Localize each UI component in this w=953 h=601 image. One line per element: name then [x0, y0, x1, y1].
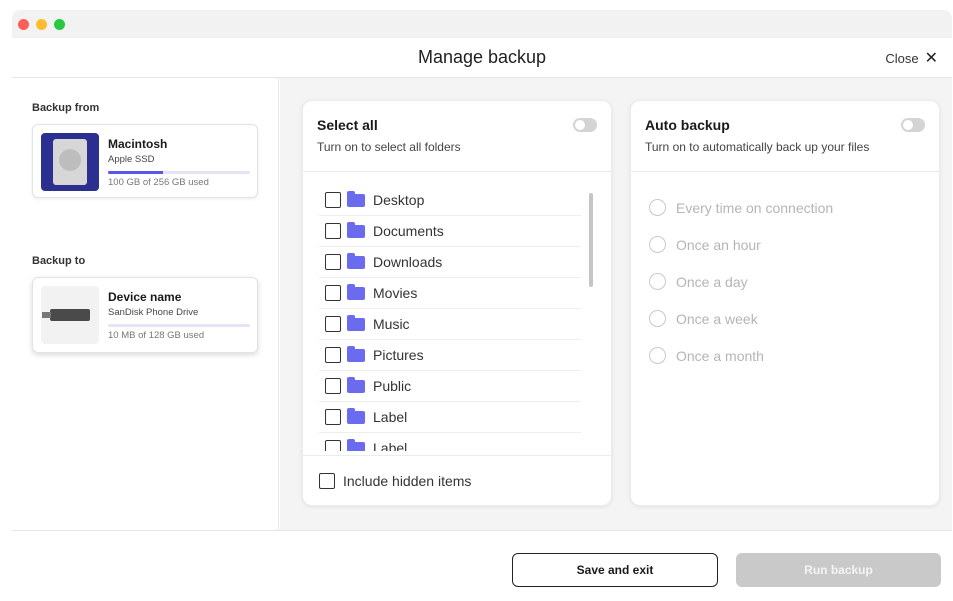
usb-drive-icon	[41, 286, 99, 344]
folder-row[interactable]: Movies	[319, 278, 581, 309]
close-button[interactable]: Close ✕	[885, 48, 938, 68]
folder-icon	[347, 221, 365, 238]
folder-list-scrollbar[interactable]	[589, 193, 593, 287]
folder-icon	[347, 283, 365, 300]
folder-checkbox[interactable]	[325, 223, 341, 239]
manage-backup-window: Manage backup Close ✕ Backup from Macint…	[12, 10, 952, 600]
sidebar: Backup from Macintosh Apple SSD 100 GB o…	[12, 78, 279, 530]
select-all-toggle[interactable]	[573, 118, 597, 132]
radio-button[interactable]	[649, 310, 666, 327]
folder-label: Label	[373, 440, 408, 451]
auto-backup-toggle[interactable]	[901, 118, 925, 132]
divider	[631, 171, 939, 172]
source-usage-fill	[108, 171, 164, 174]
source-device-card[interactable]: Macintosh Apple SSD 100 GB of 256 GB use…	[32, 124, 258, 198]
radio-button[interactable]	[649, 199, 666, 216]
folder-label: Desktop	[373, 192, 425, 208]
include-hidden-checkbox[interactable]	[319, 473, 335, 489]
close-label: Close	[885, 50, 919, 66]
close-window-dot[interactable]	[18, 18, 29, 30]
source-type: Apple SSD	[108, 154, 155, 165]
run-backup-button[interactable]: Run backup	[736, 553, 941, 587]
folders-panel: Select all Turn on to select all folders…	[302, 100, 612, 506]
folder-checkbox[interactable]	[325, 440, 341, 451]
folder-checkbox[interactable]	[325, 378, 341, 394]
minimize-window-dot[interactable]	[36, 18, 47, 30]
folder-icon	[347, 438, 365, 451]
folder-label: Downloads	[373, 254, 443, 270]
schedule-option-label: Once an hour	[676, 236, 761, 253]
folder-label: Pictures	[373, 347, 424, 363]
folder-label: Public	[373, 378, 412, 394]
schedule-options: Every time on connection Once an hour Once…	[649, 189, 833, 374]
folder-label: Documents	[373, 223, 444, 239]
folder-icon	[347, 314, 365, 331]
auto-backup-subtitle: Turn on to automatically back up your fi…	[645, 140, 870, 154]
folder-row[interactable]: Pictures	[319, 340, 581, 371]
source-usage-bar	[108, 171, 250, 174]
schedule-option[interactable]: Every time on connection	[649, 189, 833, 226]
source-usage-text: 100 GB of 256 GB used	[108, 177, 209, 188]
folder-icon	[347, 252, 365, 269]
folder-row[interactable]: Public	[319, 371, 581, 402]
folder-checkbox[interactable]	[325, 285, 341, 301]
destination-usage-bar	[108, 324, 250, 327]
folder-row[interactable]: Label	[319, 433, 581, 451]
folder-checkbox[interactable]	[325, 254, 341, 270]
folder-checkbox[interactable]	[325, 316, 341, 332]
hard-drive-icon	[41, 133, 99, 191]
folder-row[interactable]: Desktop	[319, 185, 581, 216]
folder-list: Desktop Documents Downloads Movies Music Pict…	[319, 185, 581, 451]
folder-checkbox[interactable]	[325, 409, 341, 425]
schedule-option-label: Once a month	[676, 347, 764, 364]
folder-row[interactable]: Label	[319, 402, 581, 433]
destination-usage-text: 10 MB of 128 GB used	[108, 330, 205, 341]
auto-backup-title: Auto backup	[645, 117, 730, 133]
folder-label: Music	[373, 316, 410, 332]
select-all-title: Select all	[317, 117, 378, 133]
title-bar	[12, 10, 952, 38]
schedule-option-label: Once a week	[676, 310, 758, 327]
source-name: Macintosh	[108, 137, 168, 151]
folder-icon	[347, 190, 365, 207]
folder-row[interactable]: Documents	[319, 216, 581, 247]
schedule-option-label: Every time on connection	[676, 199, 834, 216]
backup-from-label: Backup from	[32, 102, 100, 114]
footer-bar: Save and exit Run backup	[12, 530, 952, 600]
include-hidden-label: Include hidden items	[343, 473, 472, 489]
destination-device-card[interactable]: Device name SanDisk Phone Drive 10 MB of…	[32, 277, 258, 353]
divider	[303, 455, 611, 456]
folder-checkbox[interactable]	[325, 347, 341, 363]
schedule-option[interactable]: Once an hour	[649, 226, 833, 263]
destination-type: SanDisk Phone Drive	[108, 307, 199, 318]
folder-icon	[347, 376, 365, 393]
backup-to-label: Backup to	[32, 255, 86, 267]
schedule-option[interactable]: Once a day	[649, 263, 833, 300]
save-and-exit-button[interactable]: Save and exit	[512, 553, 718, 587]
folder-label: Label	[373, 409, 408, 425]
dialog-header: Manage backup Close ✕	[12, 38, 952, 78]
schedule-option-label: Once a day	[676, 273, 748, 290]
close-icon: ✕	[924, 50, 938, 67]
select-all-subtitle: Turn on to select all folders	[317, 140, 461, 154]
folder-row[interactable]: Downloads	[319, 247, 581, 278]
folder-label: Movies	[373, 285, 418, 301]
auto-backup-panel: Auto backup Turn on to automatically bac…	[630, 100, 940, 506]
main-content: Select all Turn on to select all folders…	[280, 78, 952, 530]
schedule-option[interactable]: Once a month	[649, 337, 833, 374]
destination-name: Device name	[108, 290, 182, 304]
folder-row[interactable]: Music	[319, 309, 581, 340]
folder-checkbox[interactable]	[325, 192, 341, 208]
page-title: Manage backup	[417, 47, 547, 67]
folder-icon	[347, 407, 365, 424]
schedule-option[interactable]: Once a week	[649, 300, 833, 337]
radio-button[interactable]	[649, 236, 666, 253]
include-hidden-items[interactable]: Include hidden items	[319, 473, 471, 489]
divider	[303, 171, 611, 172]
zoom-window-dot[interactable]	[54, 18, 65, 30]
radio-button[interactable]	[649, 347, 666, 364]
radio-button[interactable]	[649, 273, 666, 290]
folder-icon	[347, 345, 365, 362]
